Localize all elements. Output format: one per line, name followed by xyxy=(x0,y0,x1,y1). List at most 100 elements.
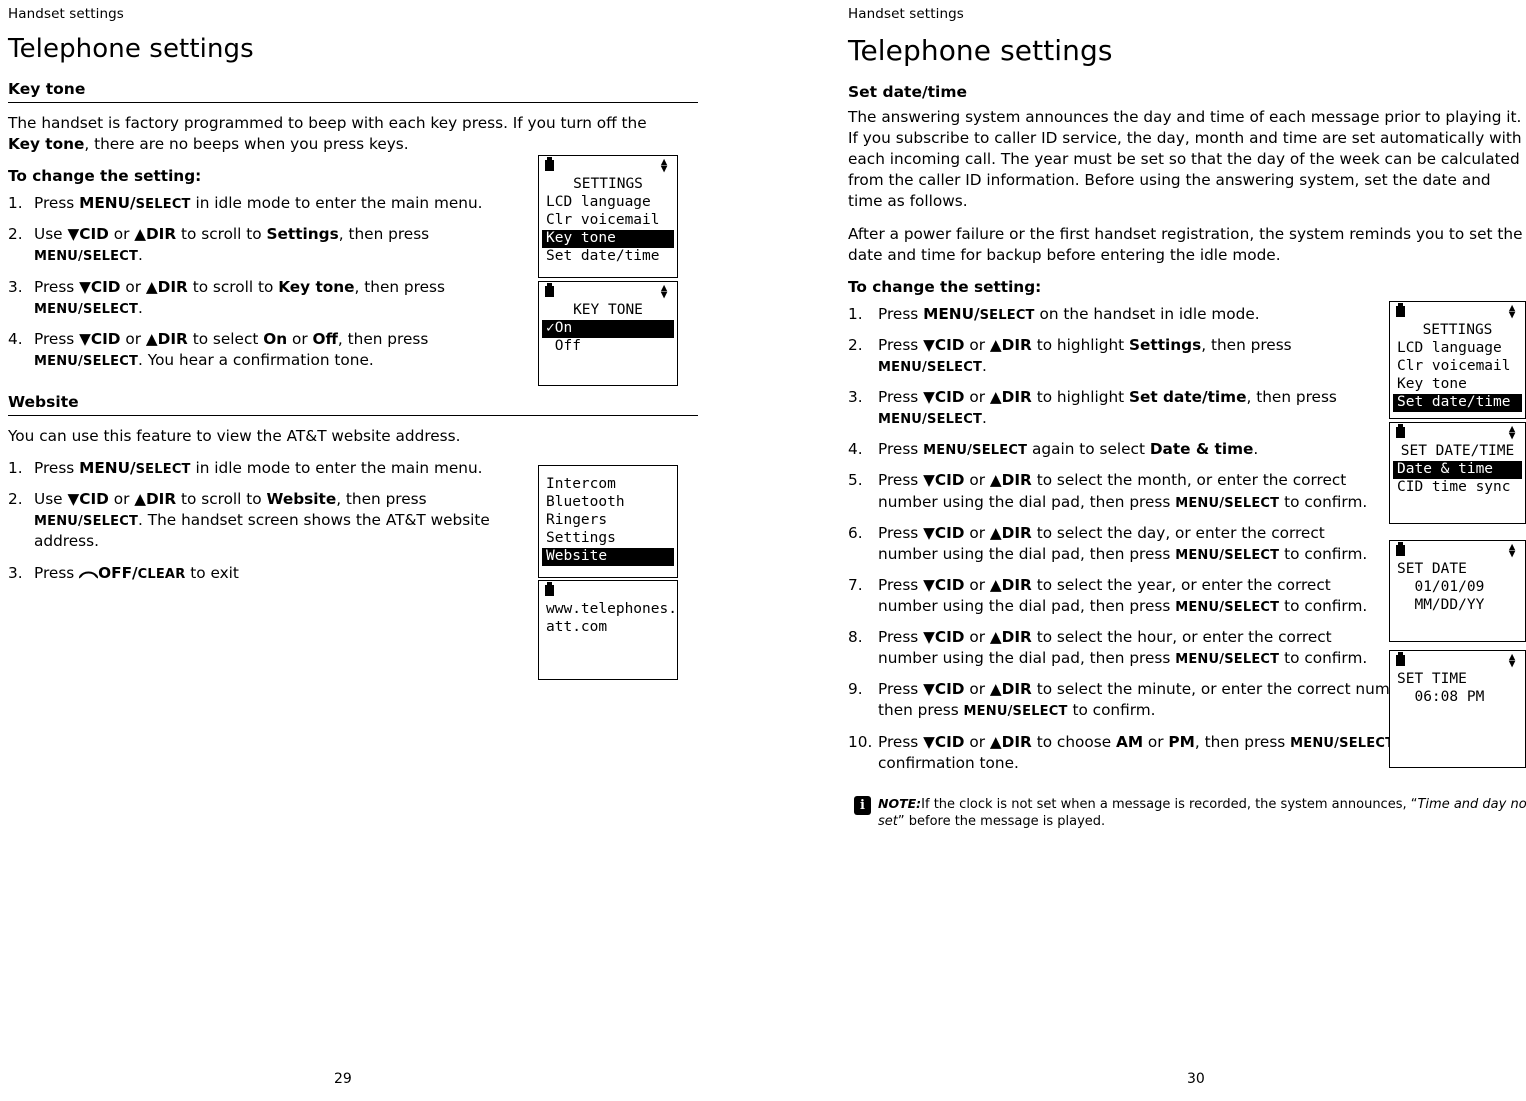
menu-website: Website xyxy=(266,490,337,509)
key-menu-select: MENU/SELECT xyxy=(1175,599,1280,615)
key-menu-select: MENU/SELECT xyxy=(34,353,139,369)
step-number: 9. xyxy=(848,680,863,699)
step-text-tail: to confirm. xyxy=(1279,596,1368,615)
step-text-tail: on the handset in idle mode. xyxy=(1034,304,1260,323)
key-select: SELECT xyxy=(979,307,1035,323)
lcd-line: Ringers xyxy=(546,512,608,528)
lcd-line: LCD language xyxy=(1397,340,1502,356)
lcd-line: 01/01/09 xyxy=(1397,579,1485,595)
lcd-screen-main-menu: Intercom Bluetooth Ringers Settings Webs… xyxy=(538,465,678,578)
list-item: 1. Press MENU/SELECT in idle mode to ent… xyxy=(8,458,528,479)
section-heading-key-tone: Key tone xyxy=(8,80,698,103)
set-date-time-lead-in: To change the setting: xyxy=(848,277,1042,296)
key-dir: ▲DIR xyxy=(989,335,1032,354)
key-off: OFF/ xyxy=(98,563,138,582)
step-number: 2. xyxy=(8,225,23,244)
lcd-line: LCD language xyxy=(546,194,651,210)
step-text: or xyxy=(1143,732,1169,751)
key-dir: ▲DIR xyxy=(134,225,177,244)
key-cid: ▼CID xyxy=(923,628,965,647)
lcd-line: Clr voicemail xyxy=(1397,358,1511,374)
step-text: Press xyxy=(878,471,924,490)
lcd-line: SET TIME xyxy=(1397,671,1467,687)
list-item: 7. Press ▼CID or ▲DIR to select the year… xyxy=(848,575,1368,617)
step-text: to highlight xyxy=(1031,335,1130,354)
key-menu-select: MENU/SELECT xyxy=(1290,735,1395,751)
step-text: Press xyxy=(34,459,80,478)
lcd-screen-settings-menu: ▲ ▼ SETTINGS LCD language Clr voicemail K… xyxy=(538,155,678,278)
step-text: or xyxy=(108,225,135,244)
lcd-status-bar: ▲ ▼ xyxy=(539,282,677,302)
step-text: Press xyxy=(878,523,924,542)
lcd-screen-settings-menu-right: ▲ ▼ SETTINGS LCD language Clr voicemail K… xyxy=(1389,301,1526,419)
lcd-status-bar xyxy=(539,466,677,476)
info-icon: i xyxy=(854,795,871,815)
step-text: Use xyxy=(34,490,68,509)
note-label: NOTE: xyxy=(878,795,922,811)
note-block: i NOTE:If the clock is not set when a me… xyxy=(848,795,1526,831)
step-number: 2. xyxy=(8,490,23,509)
key-menu-select: MENU/SELECT xyxy=(34,301,139,317)
step-text: Press xyxy=(878,304,924,323)
step-number: 4. xyxy=(848,440,863,459)
menu-date-and-time: Date & time xyxy=(1149,440,1254,459)
section-heading-set-date-time: Set date/time xyxy=(848,83,968,101)
step-text-tail: to confirm. xyxy=(1279,649,1368,668)
battery-icon xyxy=(1396,542,1405,556)
lcd-status-bar: ▲ ▼ xyxy=(539,156,677,176)
battery-icon xyxy=(545,157,554,171)
key-select: SELECT xyxy=(135,197,191,213)
key-menu-select: MENU/SELECT xyxy=(34,249,139,265)
set-date-time-para-1: The answering system announces the day a… xyxy=(848,108,1522,211)
step-number: 5. xyxy=(848,471,863,490)
key-cid: ▼CID xyxy=(67,225,109,244)
battery-icon xyxy=(545,283,554,297)
set-date-time-para-2: After a power failure or the first hands… xyxy=(848,224,1523,264)
lcd-screen-website-address: www.telephones. att.com xyxy=(538,580,678,680)
option-on: On xyxy=(263,329,288,348)
option-pm: PM xyxy=(1168,732,1195,751)
lcd-status-bar: ▲ ▼ xyxy=(1390,423,1525,443)
option-am: AM xyxy=(1115,732,1144,751)
step-text: to scroll to xyxy=(176,225,267,244)
step-number: 3. xyxy=(848,388,863,407)
key-clear: CLEAR xyxy=(137,566,186,582)
step-text: Press xyxy=(878,388,924,407)
key-tone-intro: The handset is factory programmed to bee… xyxy=(8,113,680,155)
list-item: 4. Press MENU/SELECT again to select Dat… xyxy=(848,439,1368,460)
lcd-line: Set date/time xyxy=(546,248,660,264)
left-page: Handset settings Telephone settings Key … xyxy=(0,0,763,1101)
step-text: or xyxy=(964,680,990,699)
lcd-screen-set-date-time-menu: ▲ ▼ SET DATE/TIME Date & time CID time sy… xyxy=(1389,422,1526,524)
scroll-arrows-icon: ▲ ▼ xyxy=(1508,422,1516,442)
lcd-line: Off xyxy=(546,338,581,354)
key-dir: ▲DIR xyxy=(134,490,177,509)
step-text: Press xyxy=(878,335,924,354)
step-text: or xyxy=(964,732,990,751)
battery-icon xyxy=(1396,424,1405,438)
key-cid: ▼CID xyxy=(79,277,121,296)
step-text: Press xyxy=(34,277,80,296)
step-text: or xyxy=(120,277,146,296)
step-text: to choose xyxy=(1031,732,1116,751)
key-dir: ▲DIR xyxy=(989,732,1032,751)
step-number: 8. xyxy=(848,628,863,647)
lcd-line: Bluetooth xyxy=(546,494,625,510)
step-text: or xyxy=(287,329,313,348)
key-dir: ▲DIR xyxy=(989,575,1032,594)
step-number: 3. xyxy=(8,277,23,296)
step-text-tail: . xyxy=(1253,440,1259,459)
menu-settings: Settings xyxy=(266,225,339,244)
key-dir: ▲DIR xyxy=(989,523,1032,542)
lcd-line: Key tone xyxy=(1397,376,1467,392)
key-dir: ▲DIR xyxy=(145,277,188,296)
page-number-right: 30 xyxy=(1187,1071,1205,1087)
step-text: Press xyxy=(878,732,924,751)
key-cid: ▼CID xyxy=(923,732,965,751)
step-number: 10. xyxy=(848,732,873,751)
running-head-right: Handset settings xyxy=(848,6,964,22)
lcd-status-bar: ▲ ▼ xyxy=(1390,651,1525,671)
step-text: or xyxy=(964,471,990,490)
step-text: Press xyxy=(878,680,924,699)
step-number: 4. xyxy=(8,329,23,348)
